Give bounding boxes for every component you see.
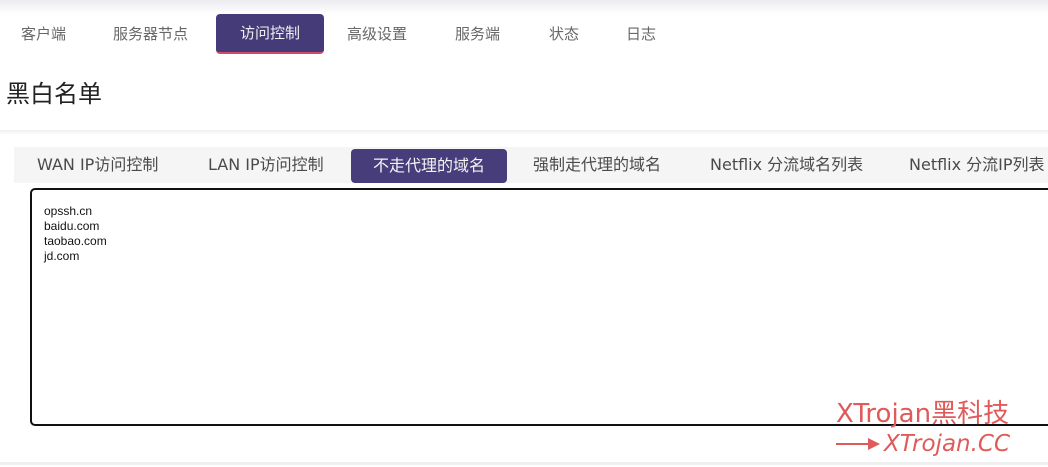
tab-server-side[interactable]: 服务端: [455, 14, 500, 54]
watermark: XTrojan黑科技 XTrojan.CC: [836, 398, 1010, 458]
tab-advanced-settings[interactable]: 高级设置: [347, 14, 407, 54]
domain-list-text: opssh.cn baidu.com taobao.com jd.com: [44, 204, 107, 263]
top-strip: [0, 0, 1048, 14]
tab-access-control[interactable]: 访问控制: [216, 14, 324, 54]
domain-list-textarea[interactable]: opssh.cn baidu.com taobao.com jd.com: [30, 188, 1048, 426]
tab-client[interactable]: 客户端: [21, 14, 66, 54]
sub-tab-wan-ip-access[interactable]: WAN IP访问控制: [37, 147, 158, 183]
sub-tab-forced-proxy-domains[interactable]: 强制走代理的域名: [533, 147, 661, 183]
page-title: 黑白名单: [6, 80, 102, 108]
sub-tab-netflix-ip-list[interactable]: Netflix 分流IP列表: [909, 147, 1045, 183]
sub-tab-direct-domains[interactable]: 不走代理的域名: [351, 149, 507, 183]
watermark-url-row: XTrojan.CC: [836, 430, 1010, 458]
watermark-brand: XTrojan黑科技: [836, 399, 1010, 429]
bottom-divider: [0, 462, 1048, 465]
arrow-right-icon: [836, 438, 880, 450]
top-tab-bar: 客户端 服务器节点 访问控制 高级设置 服务端 状态 日志: [0, 14, 1048, 54]
tab-status[interactable]: 状态: [549, 14, 579, 54]
sub-tab-netflix-domain-list[interactable]: Netflix 分流域名列表: [710, 147, 863, 183]
sub-tab-lan-ip-access[interactable]: LAN IP访问控制: [208, 147, 324, 183]
tab-server-nodes[interactable]: 服务器节点: [113, 14, 188, 54]
sub-tab-bar: WAN IP访问控制 LAN IP访问控制 不走代理的域名 强制走代理的域名 N…: [14, 147, 1048, 183]
watermark-url: XTrojan.CC: [884, 431, 1011, 457]
tab-log[interactable]: 日志: [626, 14, 656, 54]
